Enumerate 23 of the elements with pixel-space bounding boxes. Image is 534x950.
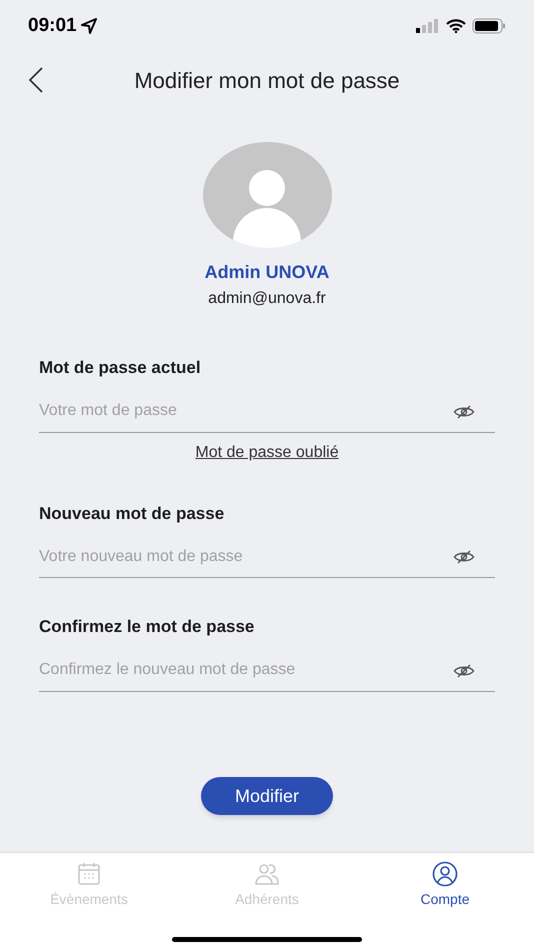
forgot-password-link[interactable]: Mot de passe oublié — [195, 440, 339, 464]
password-field[interactable]: Votre mot de passe — [39, 390, 495, 432]
signal-icon — [416, 19, 440, 33]
tab[interactable]: Compte — [356, 853, 534, 910]
password-field[interactable]: Confirmez le nouveau mot de passe — [39, 650, 495, 692]
eye-slash-icon[interactable] — [453, 550, 475, 564]
location-arrow-icon — [80, 18, 97, 34]
eye-slash-icon[interactable] — [453, 664, 475, 678]
password-field[interactable]: Votre nouveau mot de passe — [39, 536, 495, 578]
battery-icon — [472, 18, 506, 34]
account-icon — [430, 861, 460, 887]
profile-email: admin@unova.fr — [208, 289, 326, 309]
people-icon — [252, 861, 282, 887]
field-label: Mot de passe actuel — [39, 357, 202, 379]
submit-button[interactable]: Modifier — [201, 777, 333, 815]
profile-name: Admin UNOVA — [204, 261, 330, 284]
status-time: 09:01 — [28, 14, 77, 38]
eye-slash-icon[interactable] — [453, 404, 475, 418]
field-label: Confirmez le mot de passe — [39, 616, 256, 638]
page-title: Modifier mon mot de passe — [134, 66, 400, 95]
field-label: Nouveau mot de passe — [39, 502, 226, 524]
chevron-left-icon — [29, 67, 43, 93]
wifi-icon — [446, 19, 466, 33]
